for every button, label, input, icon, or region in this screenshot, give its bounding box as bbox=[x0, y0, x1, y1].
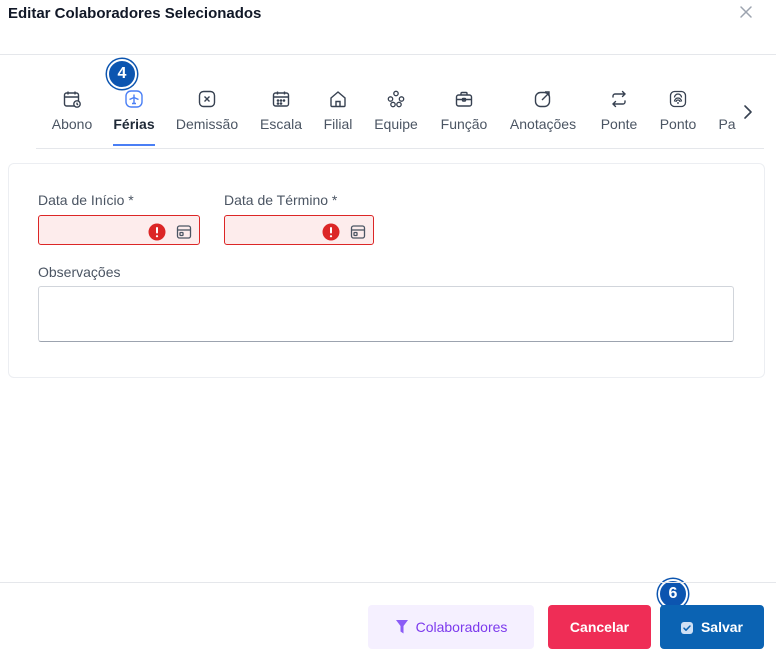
tab-label: Ponte bbox=[600, 116, 638, 132]
tab-equipe[interactable]: Equipe bbox=[372, 86, 420, 146]
tab-funcao[interactable]: Função bbox=[438, 86, 490, 146]
save-button[interactable]: Salvar bbox=[660, 605, 764, 649]
tab-ponto[interactable]: Ponto bbox=[656, 86, 700, 146]
note-edit-icon bbox=[533, 89, 553, 109]
step-badge-4: 4 bbox=[107, 59, 137, 89]
team-icon bbox=[386, 89, 406, 109]
tab-label: Férias bbox=[113, 116, 155, 132]
tab-label: Abono bbox=[51, 116, 93, 132]
tab-abono[interactable]: Abono bbox=[46, 86, 98, 146]
tab-label: Equipe bbox=[374, 116, 418, 132]
check-circle-icon bbox=[680, 621, 693, 634]
calendar-icon[interactable] bbox=[176, 224, 192, 240]
save-label: Salvar bbox=[700, 619, 744, 635]
cancel-label: Cancelar bbox=[569, 619, 630, 635]
error-icon bbox=[322, 223, 340, 241]
tab-bar: Abono Férias Demissão Escala Filial Equi… bbox=[36, 86, 764, 149]
colaboradores-label: Colaboradores bbox=[415, 619, 508, 635]
tab-label: Pa bbox=[718, 116, 736, 132]
chevron-right-icon[interactable] bbox=[740, 102, 756, 122]
tab-escala[interactable]: Escala bbox=[258, 86, 304, 146]
tab-ferias[interactable]: Férias bbox=[113, 86, 155, 146]
airplane-icon bbox=[124, 89, 144, 109]
home-icon bbox=[328, 89, 348, 109]
filter-icon bbox=[395, 619, 409, 635]
calendar-clock-icon bbox=[62, 89, 82, 109]
tab-label: Função bbox=[440, 116, 488, 132]
start-date-input[interactable] bbox=[38, 215, 200, 245]
start-date-label: Data de Início * bbox=[38, 192, 134, 208]
calendar-grid-icon bbox=[271, 89, 291, 109]
fingerprint-icon bbox=[668, 89, 688, 109]
tab-label: Filial bbox=[323, 116, 353, 132]
tab-demissao[interactable]: Demissão bbox=[173, 86, 241, 146]
tab-filial[interactable]: Filial bbox=[320, 86, 356, 146]
briefcase-icon bbox=[454, 89, 474, 109]
cancel-button[interactable]: Cancelar bbox=[548, 605, 651, 649]
notes-label: Observações bbox=[38, 264, 121, 280]
error-icon bbox=[148, 223, 166, 241]
tab-label: Escala bbox=[259, 116, 303, 132]
tab-partial[interactable]: Pa bbox=[716, 86, 738, 146]
repeat-icon bbox=[609, 89, 629, 109]
calendar-icon[interactable] bbox=[350, 224, 366, 240]
tab-anotacoes[interactable]: Anotações bbox=[506, 86, 580, 146]
tab-ponte[interactable]: Ponte bbox=[598, 86, 640, 146]
end-date-label: Data de Término * bbox=[224, 192, 338, 208]
active-tab-indicator bbox=[113, 144, 155, 146]
tab-label: Anotações bbox=[509, 116, 577, 132]
notes-textarea[interactable] bbox=[38, 286, 734, 342]
colaboradores-button[interactable]: Colaboradores bbox=[368, 605, 534, 649]
x-square-icon bbox=[197, 89, 217, 109]
dialog-header: Editar Colaboradores Selecionados bbox=[0, 0, 776, 55]
tab-label: Ponto bbox=[659, 116, 697, 132]
close-icon[interactable] bbox=[738, 4, 754, 20]
dialog-title: Editar Colaboradores Selecionados bbox=[8, 5, 262, 22]
end-date-input[interactable] bbox=[224, 215, 374, 245]
tab-label: Demissão bbox=[175, 116, 239, 132]
